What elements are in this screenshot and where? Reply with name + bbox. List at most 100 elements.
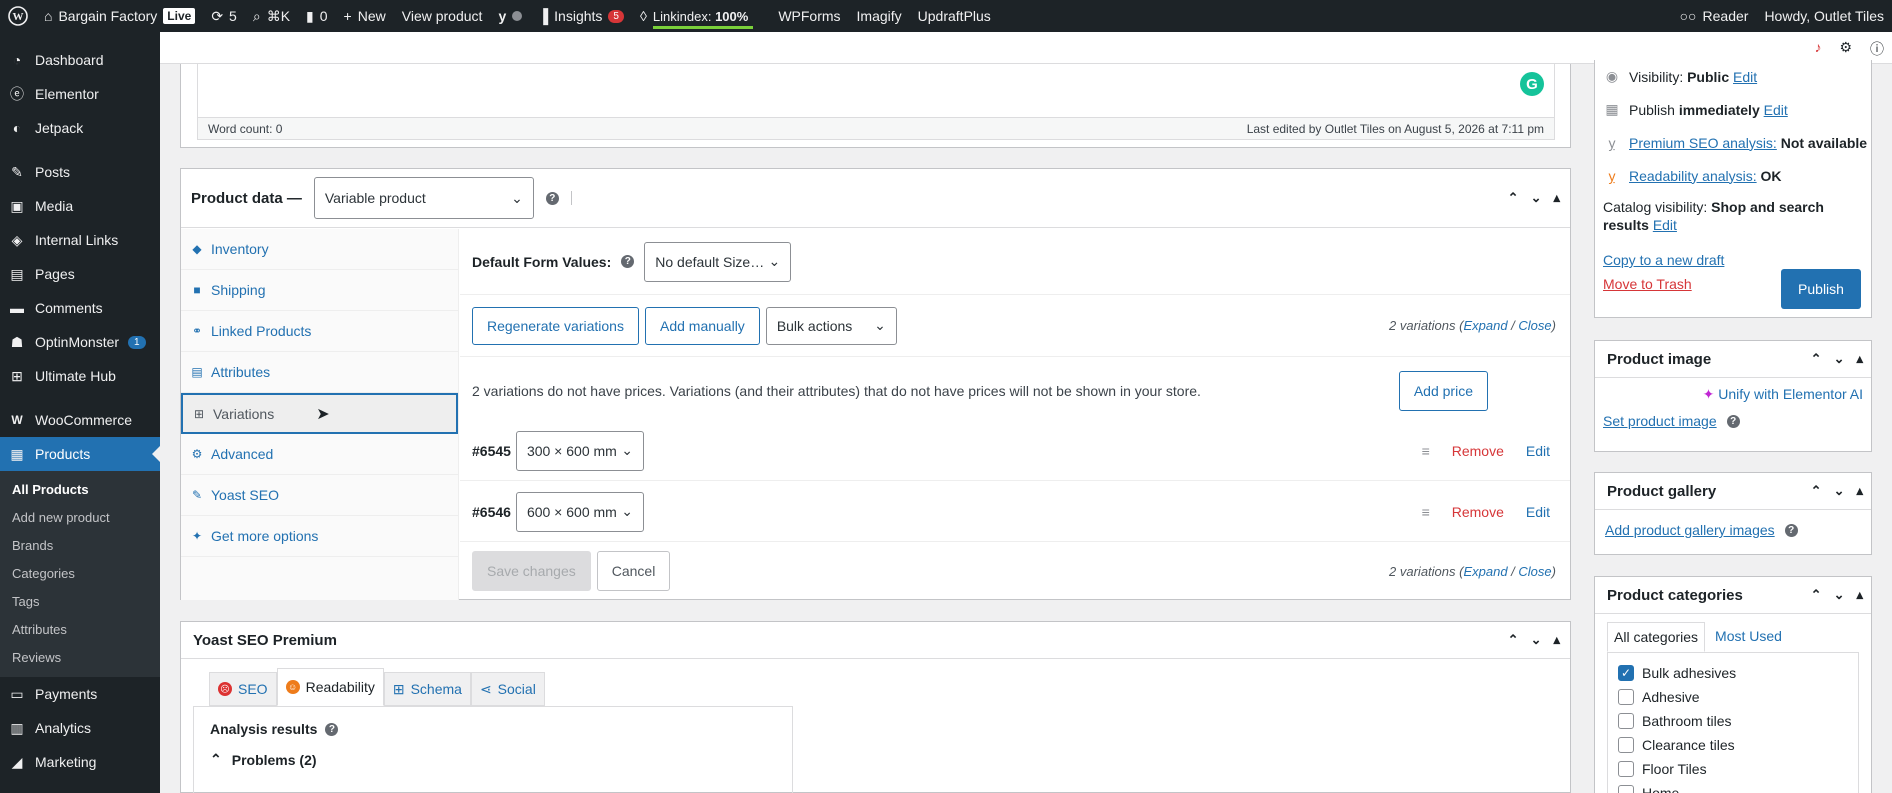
category-item[interactable]: Clearance tiles (1618, 733, 1848, 757)
toggle-panel-icon[interactable]: ▴ (1856, 351, 1863, 367)
sidebar-item-marketing[interactable]: ◢ Marketing (0, 745, 160, 779)
category-item[interactable]: Adhesive (1618, 685, 1848, 709)
bell-icon[interactable]: ♪ (1814, 39, 1821, 59)
imagify-link[interactable]: Imagify (849, 0, 910, 32)
linkindex-link[interactable]: ◊ Linkindex: 100% (632, 0, 756, 32)
product-type-select[interactable]: Variable product ⌄ (313, 177, 534, 219)
wordpress-logo-icon[interactable]: W (0, 0, 36, 32)
move-down-icon[interactable]: ⌄ (1531, 632, 1542, 648)
sidebar-item-payments[interactable]: ▭ Payments (0, 677, 160, 711)
tab-all-categories[interactable]: All categories (1607, 622, 1706, 652)
submenu-attributes[interactable]: Attributes (0, 617, 160, 645)
checkbox[interactable] (1618, 785, 1634, 793)
sidebar-item-woocommerce[interactable]: W WooCommerce (0, 403, 160, 437)
move-down-icon[interactable]: ⌄ (1834, 483, 1845, 499)
checkbox[interactable] (1618, 713, 1634, 729)
checkbox[interactable] (1618, 737, 1634, 753)
close-link[interactable]: Close (1518, 564, 1551, 579)
checkbox[interactable] (1618, 761, 1634, 777)
move-up-icon[interactable]: ⌃ (1811, 351, 1822, 367)
help-icon[interactable]: ? (1784, 523, 1798, 537)
sidebar-item-internal-links[interactable]: ◈ Internal Links (0, 223, 160, 257)
publish-button[interactable]: Publish (1781, 269, 1861, 309)
toggle-panel-icon[interactable]: ▴ (1553, 190, 1560, 206)
tab-attributes[interactable]: ▤ Attributes (181, 352, 458, 393)
submenu-brands[interactable]: Brands (0, 533, 160, 561)
help-icon[interactable]: ? (545, 191, 559, 205)
tab-yoast-seo[interactable]: ✎ Yoast SEO (181, 475, 458, 516)
close-link[interactable]: Close (1518, 318, 1551, 333)
cancel-button[interactable]: Cancel (596, 551, 671, 591)
move-up-icon[interactable]: ⌃ (1811, 587, 1822, 603)
move-to-trash-link[interactable]: Move to Trash (1603, 276, 1692, 292)
tab-seo[interactable]: ☹ SEO (209, 672, 277, 706)
edit-catalog-link[interactable]: Edit (1653, 217, 1677, 233)
readability-link[interactable]: Readability analysis: (1629, 168, 1757, 184)
sidebar-item-dashboard[interactable]: ◔ Dashboard (0, 43, 160, 77)
account-link[interactable]: Howdy, Outlet Tiles (1756, 0, 1892, 32)
variation-size-select[interactable]: 600 × 600 mm ⌄ (515, 491, 644, 532)
submenu-all-products[interactable]: All Products (0, 477, 160, 505)
copy-draft-link[interactable]: Copy to a new draft (1603, 252, 1724, 268)
sidebar-item-pages[interactable]: ▤ Pages (0, 257, 160, 291)
site-name-link[interactable]: ⌂ Bargain Factory Live (36, 0, 203, 32)
drag-handle-icon[interactable]: ≡ (1422, 443, 1430, 459)
premium-seo-link[interactable]: Premium SEO analysis: (1629, 135, 1777, 151)
move-up-icon[interactable]: ⌃ (1508, 190, 1519, 206)
checkbox[interactable] (1618, 689, 1634, 705)
unify-elementor-ai-link[interactable]: ✦ Unify with Elementor AI (1703, 386, 1863, 402)
move-down-icon[interactable]: ⌄ (1531, 190, 1542, 206)
move-down-icon[interactable]: ⌄ (1834, 587, 1845, 603)
sidebar-item-optinmonster[interactable]: ☗ OptinMonster 1 (0, 325, 160, 359)
gear-icon[interactable]: ⚙ (1839, 39, 1852, 59)
command-palette-link[interactable]: ⌕ ⌘K (245, 0, 298, 32)
sidebar-item-comments[interactable]: ▬ Comments (0, 291, 160, 325)
toggle-panel-icon[interactable]: ▴ (1856, 483, 1863, 499)
remove-variation-link[interactable]: Remove (1452, 504, 1504, 520)
edit-visibility-link[interactable]: Edit (1733, 69, 1757, 85)
sidebar-item-elementor[interactable]: ⓔ Elementor (0, 77, 160, 111)
new-content-link[interactable]: + New (336, 0, 394, 32)
help-icon[interactable]: ⓘ (1870, 39, 1884, 59)
view-product-link[interactable]: View product (394, 0, 491, 32)
default-size-select[interactable]: No default Size… ⌄ (644, 241, 792, 282)
expand-link[interactable]: Expand (1463, 564, 1507, 579)
sidebar-item-analytics[interactable]: ▥ Analytics (0, 711, 160, 745)
comments-link[interactable]: ▮ 0 (298, 0, 336, 32)
yoast-menu[interactable]: y (490, 0, 530, 32)
expand-link[interactable]: Expand (1463, 318, 1507, 333)
tab-inventory[interactable]: ◆ Inventory (181, 229, 458, 270)
toggle-panel-icon[interactable]: ▴ (1553, 632, 1560, 648)
edit-variation-link[interactable]: Edit (1526, 443, 1550, 459)
drag-handle-icon[interactable]: ≡ (1422, 504, 1430, 520)
tab-variations[interactable]: ⊞ Variations ➤ (181, 393, 458, 434)
tab-linked-products[interactable]: ⚭ Linked Products (181, 311, 458, 352)
variation-row[interactable]: #6546 600 × 600 mm ⌄ ≡ Remove Edit (460, 482, 1570, 542)
grammarly-icon[interactable]: G (1520, 72, 1544, 96)
wpforms-link[interactable]: WPForms (756, 0, 848, 32)
move-up-icon[interactable]: ⌃ (1811, 483, 1822, 499)
submenu-add-new-product[interactable]: Add new product (0, 505, 160, 533)
remove-variation-link[interactable]: Remove (1452, 443, 1504, 459)
help-icon[interactable]: ? (621, 255, 635, 268)
reader-link[interactable]: ○○ Reader (1672, 0, 1757, 32)
editor-text-area[interactable]: G (197, 64, 1555, 118)
sidebar-item-ultimate-hub[interactable]: ⊞ Ultimate Hub (0, 359, 160, 393)
variation-size-select[interactable]: 300 × 600 mm ⌄ (515, 430, 644, 471)
move-down-icon[interactable]: ⌄ (1834, 351, 1845, 367)
category-item[interactable]: ✓ Bulk adhesives (1618, 661, 1848, 685)
category-item[interactable]: Floor Tiles (1618, 757, 1848, 781)
set-product-image-link[interactable]: Set product image (1603, 413, 1717, 429)
tab-readability[interactable]: ☺ Readability (276, 668, 384, 706)
tab-social[interactable]: ⋖ Social (470, 672, 545, 706)
add-price-button[interactable]: Add price (1398, 371, 1488, 411)
add-gallery-images-link[interactable]: Add product gallery images (1605, 522, 1775, 538)
tab-most-used[interactable]: Most Used (1709, 622, 1788, 652)
problems-toggle[interactable]: ⌃ Problems (2) (210, 751, 776, 768)
tab-schema[interactable]: ⊞ Schema (383, 672, 471, 706)
variation-row[interactable]: #6545 300 × 600 mm ⌄ ≡ Remove Edit (460, 421, 1570, 481)
add-manually-button[interactable]: Add manually (644, 306, 760, 345)
insights-link[interactable]: ▐ Insights 5 (530, 0, 632, 32)
tab-get-more-options[interactable]: ✦ Get more options (181, 516, 458, 557)
submenu-tags[interactable]: Tags (0, 589, 160, 617)
